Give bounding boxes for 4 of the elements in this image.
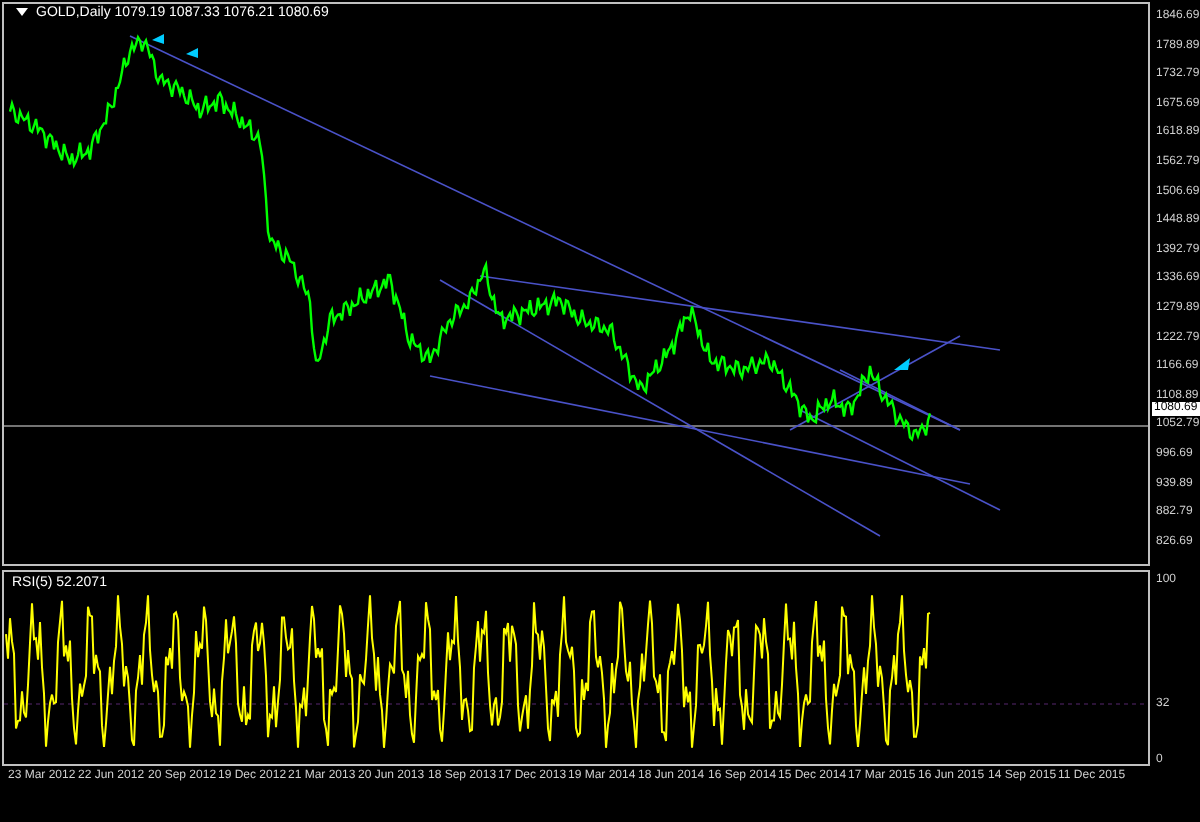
arrow-icon [152, 34, 164, 44]
dropdown-icon [16, 8, 28, 16]
arrow-icon [186, 48, 198, 58]
arrow-icon [894, 358, 910, 370]
